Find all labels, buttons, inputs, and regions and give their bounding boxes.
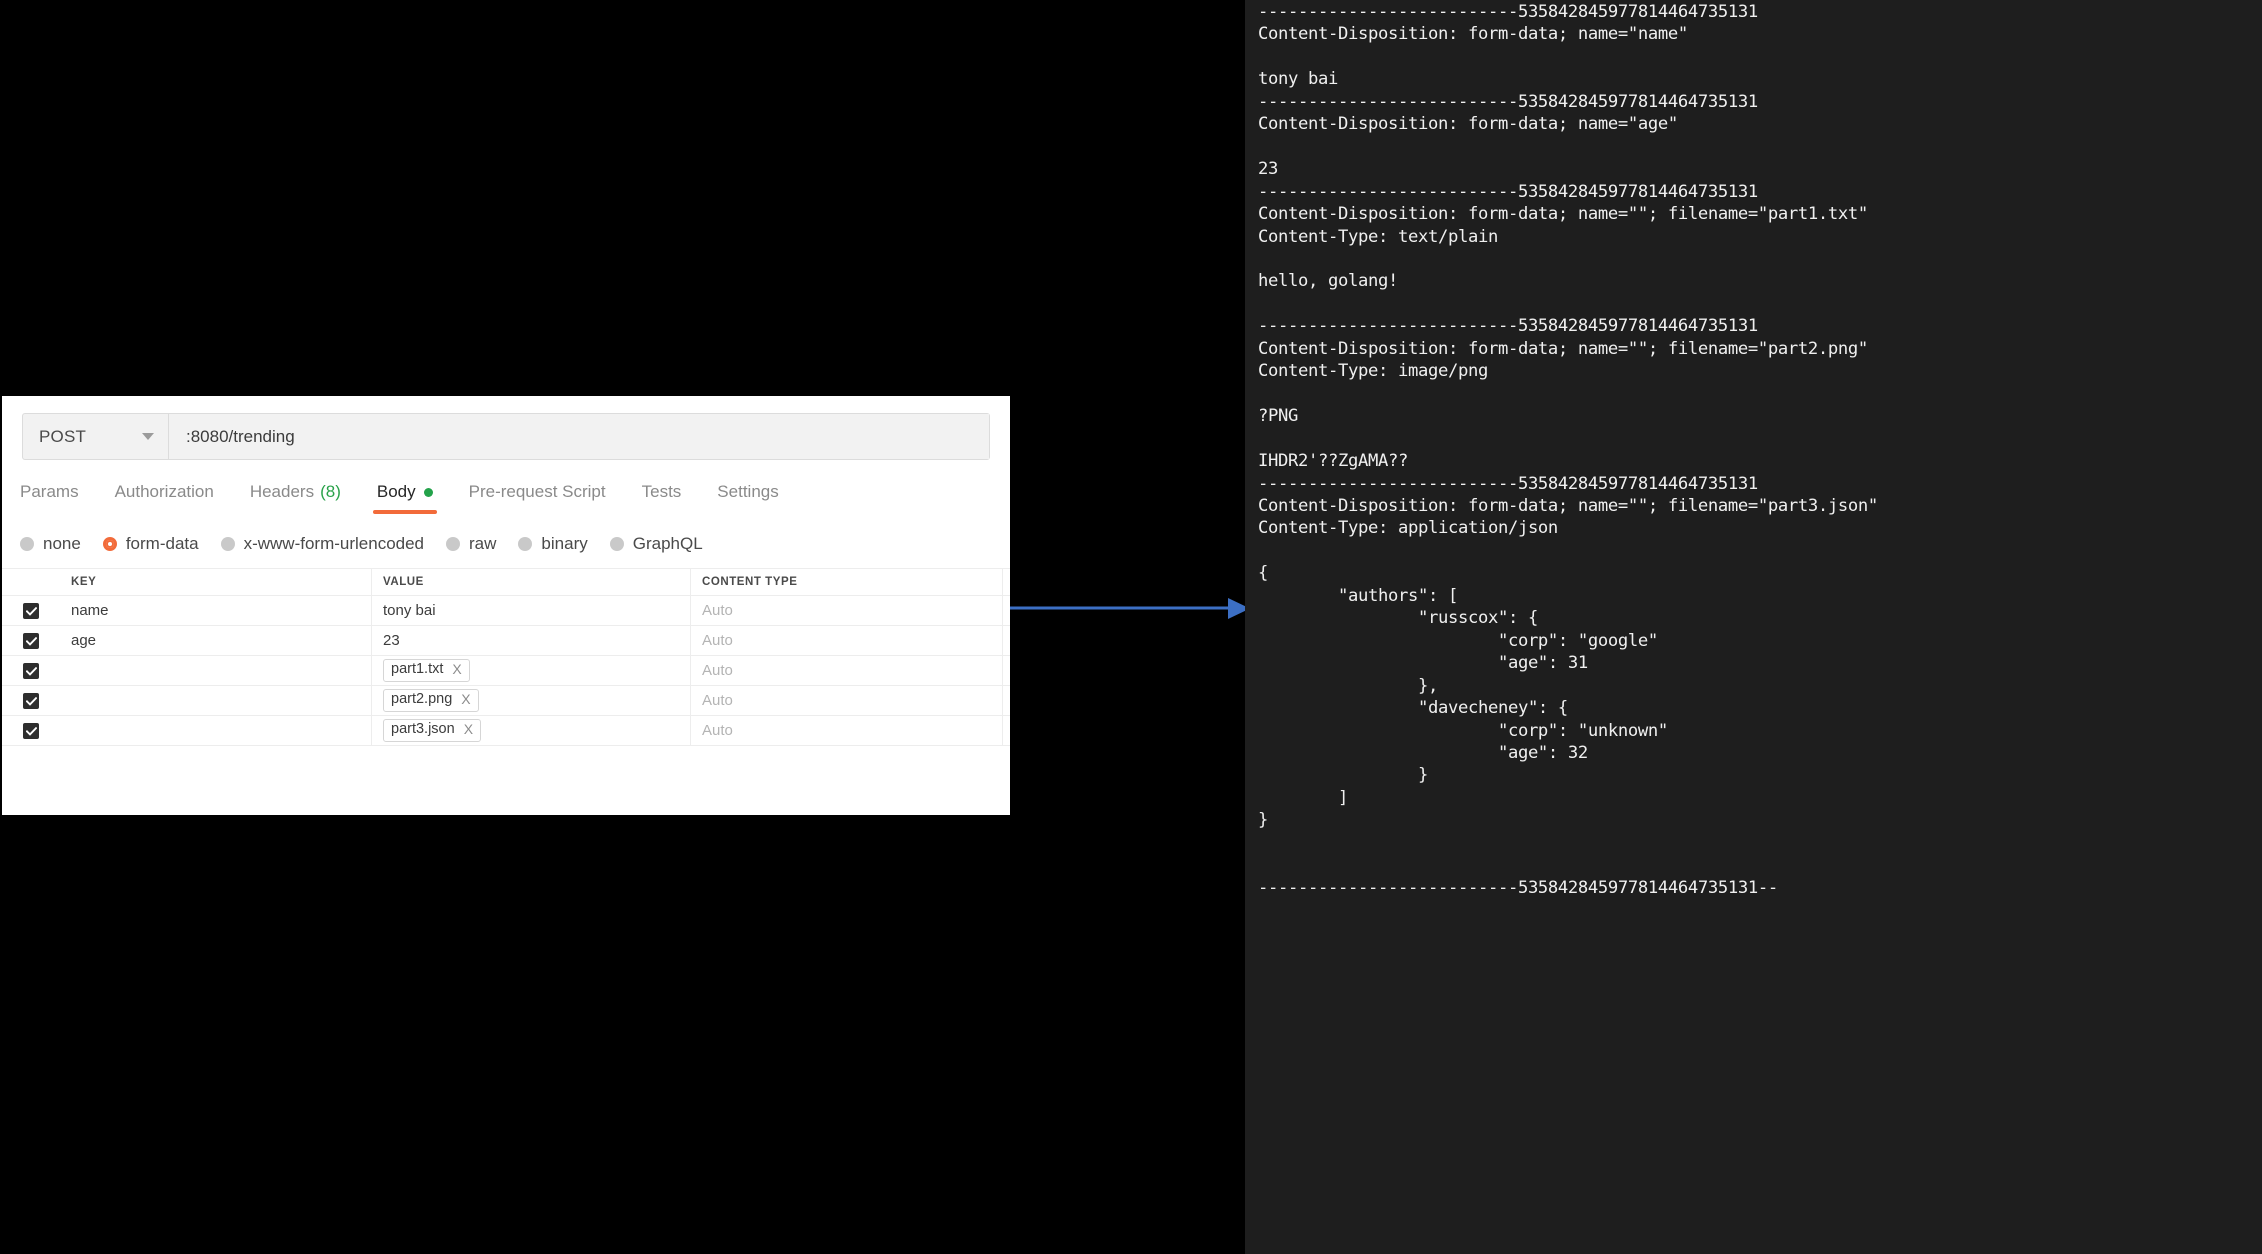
form-data-table: KEY VALUE CONTENT TYPE DESCR name tony b… xyxy=(2,568,1010,746)
chevron-down-icon xyxy=(142,433,154,440)
row-checkbox-cell[interactable] xyxy=(2,595,60,626)
tab-label: Pre-request Script xyxy=(468,482,606,501)
row-value-input[interactable]: 23 xyxy=(371,625,691,656)
row-checkbox-cell[interactable] xyxy=(2,685,60,716)
body-mode-graphql[interactable]: GraphQL xyxy=(609,534,703,554)
file-chip[interactable]: part1.txt X xyxy=(383,659,470,682)
row-content-type-input[interactable]: Auto xyxy=(690,715,1003,746)
body-mode-raw[interactable]: raw xyxy=(446,534,496,554)
request-url-bar: POST :8080/trending xyxy=(22,413,990,460)
postman-request-panel: POST :8080/trending Params Authorization… xyxy=(2,396,1010,815)
raw-multipart-body-panel: --------------------------53584284597781… xyxy=(1245,0,2262,1254)
tab-tests[interactable]: Tests xyxy=(624,477,700,507)
row-description-input[interactable] xyxy=(1002,625,1010,656)
row-key-input[interactable]: age xyxy=(60,625,372,656)
row-checkbox-cell[interactable] xyxy=(2,655,60,686)
tab-label: Params xyxy=(20,482,79,501)
tab-headers[interactable]: Headers (8) xyxy=(232,477,359,507)
body-mode-label: none xyxy=(43,534,81,553)
request-tabs: Params Authorization Headers (8) Body Pr… xyxy=(16,477,797,514)
http-method-select[interactable]: POST xyxy=(23,414,169,459)
row-content-type-input[interactable]: Auto xyxy=(690,595,1003,626)
row-value-file-cell[interactable]: part1.txt X xyxy=(371,655,691,686)
table-row: part2.png X Auto xyxy=(2,685,1010,716)
body-mode-binary[interactable]: binary xyxy=(518,534,588,554)
http-method-label: POST xyxy=(39,426,87,446)
table-row: part1.txt X Auto xyxy=(2,655,1010,686)
row-content-type-input[interactable]: Auto xyxy=(690,625,1003,656)
row-description-input[interactable] xyxy=(1002,595,1010,626)
radio-icon xyxy=(220,537,235,551)
checkbox-checked-icon[interactable] xyxy=(23,693,39,710)
column-header-content-type: CONTENT TYPE xyxy=(690,568,1003,596)
file-chip-name: part3.json xyxy=(391,721,455,738)
tab-label: Settings xyxy=(717,482,779,501)
body-modified-dot-icon xyxy=(423,487,433,497)
row-description-input[interactable] xyxy=(1002,685,1010,716)
row-key-input[interactable] xyxy=(60,655,372,686)
file-remove-icon[interactable]: X xyxy=(464,721,473,737)
body-mode-label: binary xyxy=(541,534,588,553)
radio-icon xyxy=(20,537,34,551)
request-url-value: :8080/trending xyxy=(186,426,295,446)
table-header-row: KEY VALUE CONTENT TYPE DESCR xyxy=(2,568,1010,596)
file-chip-name: part1.txt xyxy=(391,661,444,678)
row-key-input[interactable] xyxy=(60,685,372,716)
column-header-description: DESCR xyxy=(1002,568,1010,596)
tab-params[interactable]: Params xyxy=(16,477,97,507)
row-value-file-cell[interactable]: part2.png X xyxy=(371,685,691,716)
tab-authorization[interactable]: Authorization xyxy=(97,477,232,507)
select-all-column-header xyxy=(2,568,60,596)
tab-label: Body xyxy=(376,482,416,501)
tab-pre-request-script[interactable]: Pre-request Script xyxy=(451,477,624,507)
radio-selected-icon xyxy=(102,537,117,551)
row-key-input[interactable] xyxy=(60,715,372,746)
body-mode-label: form-data xyxy=(125,534,199,553)
row-key-input[interactable]: name xyxy=(60,595,372,626)
body-mode-label: raw xyxy=(469,534,497,553)
file-remove-icon[interactable]: X xyxy=(461,691,470,707)
raw-multipart-body-text: --------------------------53584284597781… xyxy=(1258,2,1878,898)
checkbox-checked-icon[interactable] xyxy=(23,603,39,620)
table-row: part3.json X Auto xyxy=(2,715,1010,746)
row-content-type-input[interactable]: Auto xyxy=(690,685,1003,716)
column-header-key: KEY xyxy=(60,568,372,596)
body-mode-radio-group: none form-data x-www-form-urlencoded raw… xyxy=(20,534,725,554)
row-description-input[interactable] xyxy=(1002,655,1010,686)
tab-settings[interactable]: Settings xyxy=(699,477,796,507)
annotation-arrow-icon xyxy=(1010,598,1250,619)
checkbox-checked-icon[interactable] xyxy=(23,723,39,740)
row-content-type-input[interactable]: Auto xyxy=(690,655,1003,686)
file-chip[interactable]: part2.png X xyxy=(383,689,479,712)
body-mode-none[interactable]: none xyxy=(20,534,81,554)
tab-label: Headers xyxy=(249,482,315,501)
tab-label: Authorization xyxy=(114,482,214,501)
file-remove-icon[interactable]: X xyxy=(452,661,461,677)
file-chip[interactable]: part3.json X xyxy=(383,719,482,742)
body-mode-x-www-form-urlencoded[interactable]: x-www-form-urlencoded xyxy=(220,534,425,554)
row-value-file-cell[interactable]: part3.json X xyxy=(371,715,691,746)
row-checkbox-cell[interactable] xyxy=(2,715,60,746)
radio-icon xyxy=(446,537,461,551)
column-header-value: VALUE xyxy=(371,568,691,596)
body-mode-form-data[interactable]: form-data xyxy=(102,534,199,554)
active-tab-underline xyxy=(372,510,437,514)
table-row: name tony bai Auto xyxy=(2,595,1010,626)
tab-body[interactable]: Body xyxy=(359,477,451,514)
table-row: age 23 Auto xyxy=(2,625,1010,656)
radio-icon xyxy=(518,537,533,551)
request-url-input[interactable]: :8080/trending xyxy=(169,414,989,459)
row-value-input[interactable]: tony bai xyxy=(371,595,691,626)
row-description-input[interactable] xyxy=(1002,715,1010,746)
body-mode-label: GraphQL xyxy=(632,534,703,553)
tab-label: Tests xyxy=(641,482,682,501)
body-mode-label: x-www-form-urlencoded xyxy=(243,534,425,553)
radio-icon xyxy=(609,537,624,551)
file-chip-name: part2.png xyxy=(391,691,453,708)
headers-count-badge: (8) xyxy=(320,482,341,501)
checkbox-checked-icon[interactable] xyxy=(23,663,39,680)
row-checkbox-cell[interactable] xyxy=(2,625,60,656)
checkbox-checked-icon[interactable] xyxy=(23,633,39,650)
